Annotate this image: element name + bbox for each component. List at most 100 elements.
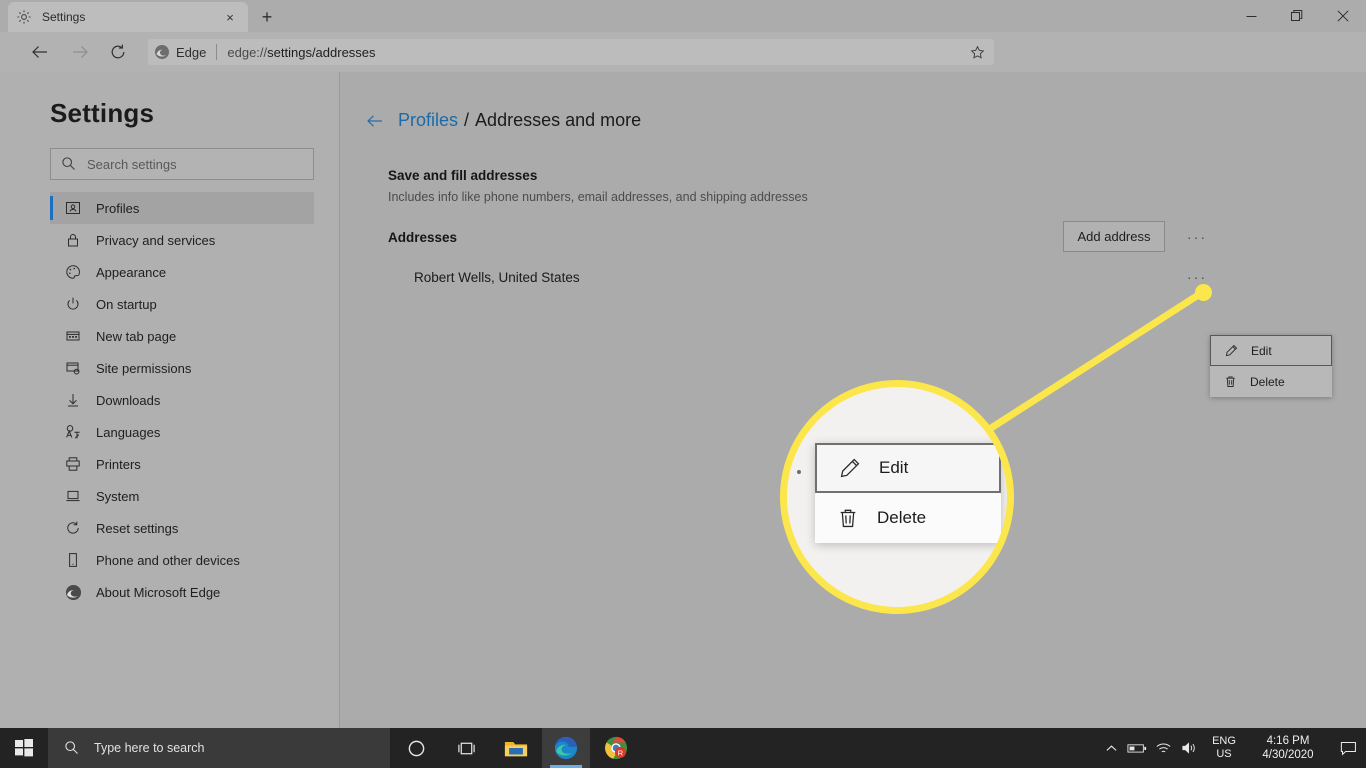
sidebar-item-on-startup[interactable]: On startup (50, 288, 314, 320)
window-controls (1228, 0, 1366, 32)
sidebar-label: Appearance (96, 264, 167, 280)
sidebar-item-languages[interactable]: Languages (50, 416, 314, 448)
language-line-2: US (1216, 748, 1232, 760)
edge-logo-icon (64, 583, 82, 601)
close-tab-icon[interactable]: × (220, 7, 240, 27)
printer-icon (64, 455, 82, 473)
windows-taskbar: Type here to search R ENG US 4:16 PM 4/3… (0, 728, 1366, 768)
gear-icon (16, 9, 32, 25)
sidebar-item-system[interactable]: System (50, 480, 314, 512)
trash-icon (1224, 375, 1238, 389)
action-center-icon[interactable] (1330, 728, 1366, 768)
volume-icon[interactable] (1176, 728, 1202, 768)
settings-nav-list: Profiles Privacy and services Appearance… (50, 192, 314, 608)
add-address-button[interactable]: Add address (1063, 221, 1165, 252)
magnified-menu-label: Edit (879, 458, 909, 477)
restore-icon[interactable] (1274, 0, 1320, 32)
breadcrumb: Profiles / Addresses and more (366, 110, 641, 131)
magnified-bullet-dot (797, 470, 801, 474)
profile-card-icon (64, 199, 82, 217)
trash-icon (837, 507, 859, 529)
star-outline-icon[interactable] (966, 41, 988, 63)
new-tab-button[interactable]: + (254, 4, 280, 30)
search-icon (64, 740, 80, 756)
omnibox-brand-label: Edge (176, 44, 207, 60)
callout-anchor-dot (1195, 284, 1212, 301)
browser-tab-settings[interactable]: Settings × (8, 2, 248, 32)
sidebar-label: Downloads (96, 392, 161, 408)
clock[interactable]: 4:16 PM 4/30/2020 (1246, 728, 1330, 768)
magnified-menu-item-delete[interactable]: Delete (815, 493, 1001, 543)
save-and-fill-subtitle: Includes info like phone numbers, email … (388, 190, 808, 204)
file-explorer-icon[interactable] (492, 728, 540, 768)
system-tray: ENG US 4:16 PM 4/30/2020 (1098, 728, 1366, 768)
sidebar-item-phone-and-other-devices[interactable]: Phone and other devices (50, 544, 314, 576)
screen: Settings × + Edge edge://settings/addres… (0, 0, 1366, 768)
sidebar-item-printers[interactable]: Printers (50, 448, 314, 480)
taskbar-search-input[interactable]: Type here to search (48, 728, 390, 768)
chrome-browser-icon[interactable]: R (592, 728, 640, 768)
language-line-1: ENG (1212, 735, 1236, 747)
sidebar-item-reset-settings[interactable]: Reset settings (50, 512, 314, 544)
sidebar-label: Profiles (96, 200, 140, 216)
sidebar-item-about-microsoft-edge[interactable]: About Microsoft Edge (50, 576, 314, 608)
magnified-context-menu: Edit Delete (815, 443, 1001, 543)
addresses-heading: Addresses (388, 230, 458, 245)
sidebar-label: Reset settings (96, 520, 179, 536)
edge-site-badge: Edge (154, 44, 214, 60)
url-path: settings/addresses (267, 44, 376, 60)
browser-toolbar: Edge edge://settings/addresses (0, 32, 1366, 97)
context-menu-item-edit[interactable]: Edit (1210, 335, 1332, 366)
breadcrumb-parent-link[interactable]: Profiles (398, 110, 458, 131)
sidebar-item-site-permissions[interactable]: Site permissions (50, 352, 314, 384)
svg-text:R: R (618, 748, 623, 757)
phone-icon (64, 551, 82, 569)
battery-icon[interactable] (1124, 728, 1150, 768)
reload-button[interactable] (104, 38, 132, 66)
sidebar-item-new-tab-page[interactable]: New tab page (50, 320, 314, 352)
magnified-menu-item-edit[interactable]: Edit (815, 443, 1001, 493)
sidebar-item-appearance[interactable]: Appearance (50, 256, 314, 288)
sidebar-label: Site permissions (96, 360, 192, 376)
cortana-icon[interactable] (392, 728, 440, 768)
search-settings-placeholder: Search settings (87, 156, 177, 172)
sidebar-label: New tab page (96, 328, 177, 344)
browser-title-bar: Settings × + (0, 0, 1366, 32)
sidebar-item-profiles[interactable]: Profiles (50, 192, 314, 224)
url-scheme: edge:// (227, 44, 268, 60)
back-arrow-icon[interactable] (366, 112, 384, 130)
tab-title: Settings (42, 10, 86, 24)
sidebar-item-privacy-and-services[interactable]: Privacy and services (50, 224, 314, 256)
addresses-more-options-icon[interactable]: ··· (1185, 227, 1209, 247)
address-bar[interactable]: Edge edge://settings/addresses (148, 39, 994, 65)
save-and-fill-addresses-row: Save and fill addresses Includes info li… (388, 168, 1198, 204)
show-hidden-icons-icon[interactable] (1098, 728, 1124, 768)
sidebar-label: Phone and other devices (96, 552, 240, 568)
breadcrumb-current: Addresses and more (475, 110, 642, 130)
language-indicator[interactable]: ENG US (1202, 728, 1246, 768)
sidebar-item-downloads[interactable]: Downloads (50, 384, 314, 416)
task-view-icon[interactable] (442, 728, 490, 768)
search-settings-input[interactable]: Search settings (50, 148, 314, 180)
save-and-fill-title: Save and fill addresses (388, 168, 538, 183)
back-button[interactable] (26, 38, 54, 66)
context-menu-item-delete[interactable]: Delete (1210, 366, 1332, 397)
page-title: Settings (50, 98, 155, 128)
power-icon (64, 295, 82, 313)
close-window-icon[interactable] (1320, 0, 1366, 32)
forward-button[interactable] (66, 38, 94, 66)
new-tab-page-icon (64, 327, 82, 345)
clock-time: 4:16 PM (1266, 735, 1310, 747)
lock-icon (64, 231, 82, 249)
pencil-icon (839, 457, 861, 479)
edge-logo-icon (155, 45, 169, 59)
languages-icon (64, 423, 82, 441)
site-permissions-icon (64, 359, 82, 377)
context-menu-label: Delete (1250, 374, 1285, 389)
sidebar-label: Languages (96, 424, 161, 440)
wifi-icon[interactable] (1150, 728, 1176, 768)
start-button[interactable] (0, 728, 48, 768)
minimize-icon[interactable] (1228, 0, 1274, 32)
magnified-callout: Edit Delete (780, 380, 1014, 614)
edge-browser-icon[interactable] (542, 728, 590, 768)
